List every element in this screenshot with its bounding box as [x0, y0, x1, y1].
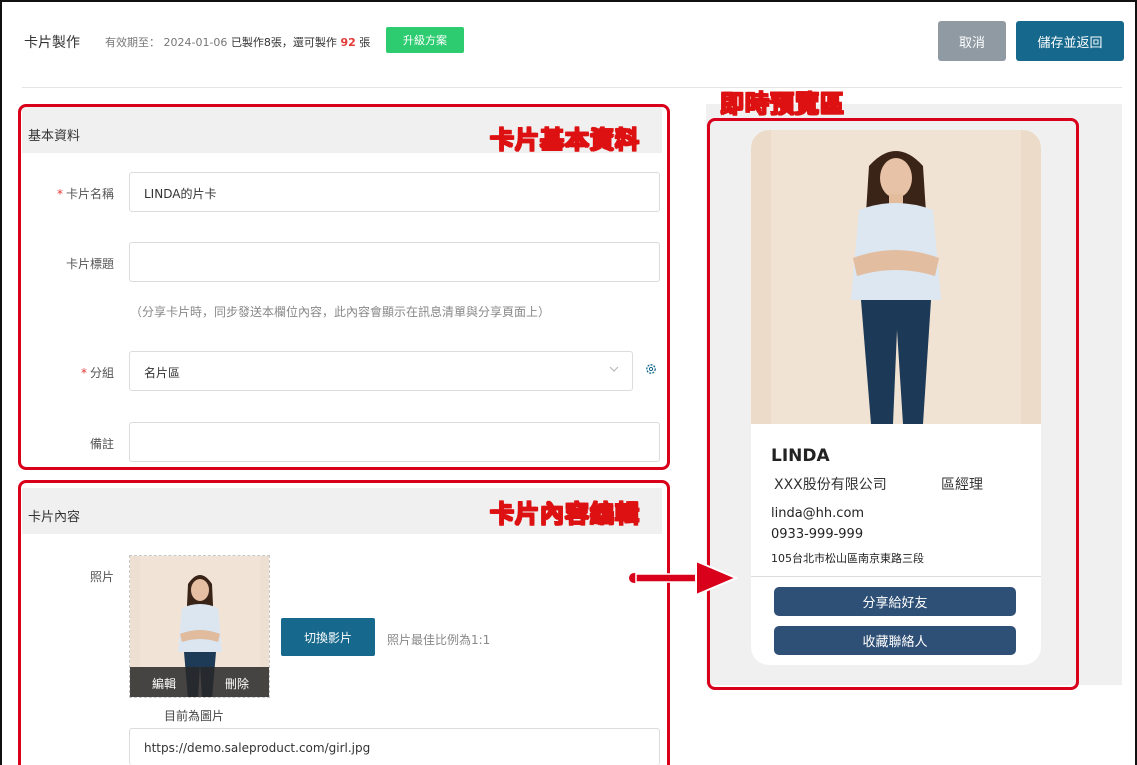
basic-info-highlight [18, 104, 670, 470]
page-title: 卡片製作 [24, 35, 80, 51]
header-divider [22, 87, 1122, 88]
content-callout: 卡片內容編輯 [489, 499, 640, 528]
save-and-return-button[interactable]: 儲存並返回 [1016, 21, 1124, 61]
cancel-button[interactable]: 取消 [938, 21, 1006, 61]
validity-date: 2024-01-06 [163, 36, 228, 49]
preview-highlight [707, 118, 1079, 690]
preview-callout: 即時預覽區 [719, 89, 845, 118]
remain-count: 92 [340, 36, 356, 49]
top-bar: 卡片製作 有效期至： 2024-01-06 已製作8張，還可製作 92 張 升級… [2, 2, 1135, 88]
validity-label: 有效期至： [105, 36, 160, 49]
validity-info: 有效期至： 2024-01-06 已製作8張，還可製作 92 張 [105, 34, 370, 50]
remain-unit: 張 [359, 36, 371, 49]
upgrade-plan-button[interactable]: 升級方案 [386, 27, 464, 53]
basic-info-callout: 卡片基本資料 [489, 125, 640, 154]
made-count-text: 已製作8張，還可製作 [230, 36, 337, 49]
arrow-right-icon [627, 559, 739, 597]
